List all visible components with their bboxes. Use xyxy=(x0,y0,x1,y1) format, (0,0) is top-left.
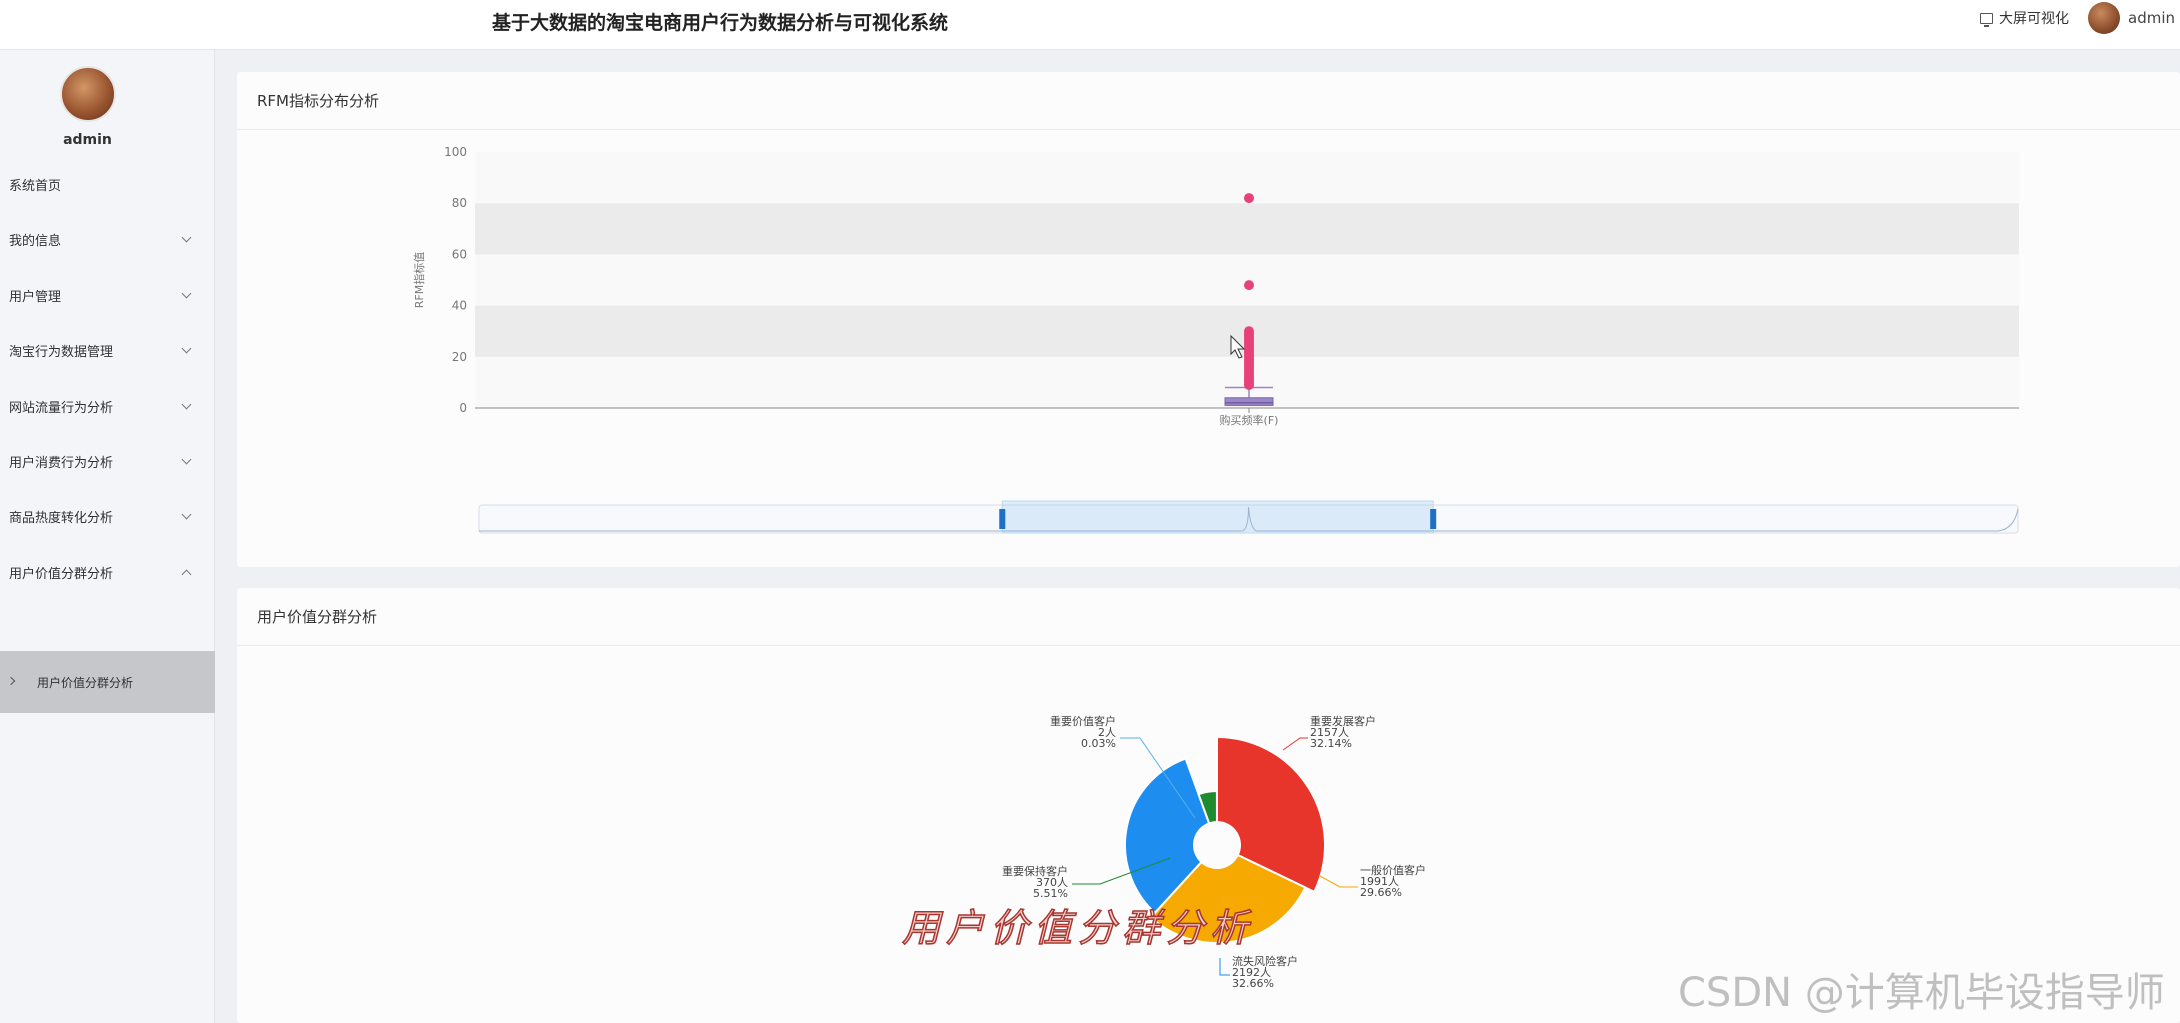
y-tick-label: 60 xyxy=(452,247,467,261)
sidebar-item-1[interactable]: 我的信息 xyxy=(0,219,215,259)
datazoom-handle-right xyxy=(1430,509,1437,529)
grid-band xyxy=(475,203,2019,255)
y-tick-label: 100 xyxy=(444,145,467,159)
sidebar-item-label: 网站流量行为分析 xyxy=(9,400,114,416)
chevron-right-icon xyxy=(6,676,16,686)
top-bar: 基于大数据的淘宝电商用户行为数据分析与可视化系统 大屏可视化 admin xyxy=(0,0,2180,50)
bigscreen-label: 大屏可视化 xyxy=(1999,11,2069,27)
y-tick-label: 80 xyxy=(452,196,467,210)
chevron-down-icon xyxy=(181,454,192,465)
sidebar-item-label: 系统首页 xyxy=(9,178,62,194)
sidebar-subitem-user-value-segment[interactable]: 用户价值分群分析 xyxy=(0,651,215,713)
header-username: admin xyxy=(2128,9,2175,27)
slice-label-pct: 32.66% xyxy=(1232,977,1274,990)
datazoom-handle-left xyxy=(999,509,1006,529)
sidebar-avatar xyxy=(59,66,116,122)
sidebar-item-5[interactable]: 用户消费行为分析 xyxy=(0,441,215,481)
video-caption: 用户价值分群分析 xyxy=(901,905,1255,951)
watermark: CSDN @计算机毕设指导师 xyxy=(1678,970,2165,1016)
user-menu[interactable]: admin xyxy=(2088,2,2175,34)
sidebar: admin 系统首页我的信息用户管理淘宝行为数据管理 网站流量行为分析 用户消费行为… xyxy=(0,50,215,1023)
y-axis-label: RFM指标值 xyxy=(412,252,426,308)
sidebar-subitem-label: 用户价值分群分析 xyxy=(37,675,134,690)
grid-band xyxy=(475,254,2019,306)
sidebar-item-label: 用户管理 xyxy=(9,289,62,305)
chevron-down-icon xyxy=(181,509,192,520)
slice-label-pct: 0.03% xyxy=(1081,737,1116,750)
box-body xyxy=(1224,397,1274,406)
sidebar-item-label: 淘宝行为数据管理 xyxy=(9,344,114,360)
sidebar-item-7[interactable]: 用户价值分群分析 xyxy=(0,552,215,592)
chevron-down-icon xyxy=(181,399,192,410)
leader-line xyxy=(1219,958,1230,976)
datazoom-window xyxy=(1001,500,1434,534)
sidebar-item-label: 我的信息 xyxy=(9,233,62,249)
monitor-icon xyxy=(1980,12,1993,27)
sidebar-item-label: 用户价值分群分析 xyxy=(9,566,114,582)
rfm-panel-title: RFM指标分布分析 xyxy=(237,72,2180,130)
sidebar-item-2[interactable]: 用户管理 xyxy=(0,275,215,315)
sidebar-item-6[interactable]: 商品热度转化分析 xyxy=(0,496,215,536)
sidebar-username: admin xyxy=(63,132,112,148)
x-tick-label: 购买频率(F) xyxy=(1220,413,1279,427)
app-title: 基于大数据的淘宝电商用户行为数据分析与可视化系统 xyxy=(492,12,949,34)
leader-line xyxy=(1282,737,1308,751)
outlier-point xyxy=(1244,326,1254,337)
chevron-down-icon xyxy=(181,232,192,243)
segment-panel-title: 用户价值分群分析 xyxy=(237,588,2180,646)
segment-panel: 用户价值分群分析 重要发展客户 2157人 32.14% 一般价值客户 1991人 29.… xyxy=(237,588,2180,1023)
chevron-down-icon xyxy=(181,288,192,299)
sidebar-profile: admin xyxy=(0,66,175,148)
sidebar-item-0[interactable]: 系统首页 xyxy=(0,164,215,204)
slice-label-pct: 29.66% xyxy=(1360,886,1402,899)
sidebar-item-label: 商品热度转化分析 xyxy=(9,510,114,526)
leader-line xyxy=(1319,875,1358,888)
rfm-box-chart: 0 20 40 60 80 100 RFM指标值购买频率(F) xyxy=(412,145,2019,534)
sidebar-item-label: 用户消费行为分析 xyxy=(9,455,114,471)
y-tick-label: 40 xyxy=(452,299,467,313)
rfm-panel: RFM指标分布分析 0 20 40 60 80 100 RFM指标值购买频率(F) xyxy=(237,72,2180,567)
bigscreen-link[interactable]: 大屏可视化 xyxy=(1980,8,2069,28)
slice-label-pct: 32.14% xyxy=(1310,737,1352,750)
sidebar-item-3[interactable]: 淘宝行为数据管理 xyxy=(0,330,215,370)
y-tick-label: 0 xyxy=(459,401,467,415)
y-tick-label: 20 xyxy=(452,350,467,364)
sidebar-item-4[interactable]: 网站流量行为分析 xyxy=(0,386,215,426)
chevron-down-icon xyxy=(181,343,192,354)
outlier-point xyxy=(1244,280,1254,291)
avatar xyxy=(2088,2,2120,34)
outlier-point xyxy=(1244,193,1254,204)
chevron-up-icon xyxy=(181,569,192,580)
